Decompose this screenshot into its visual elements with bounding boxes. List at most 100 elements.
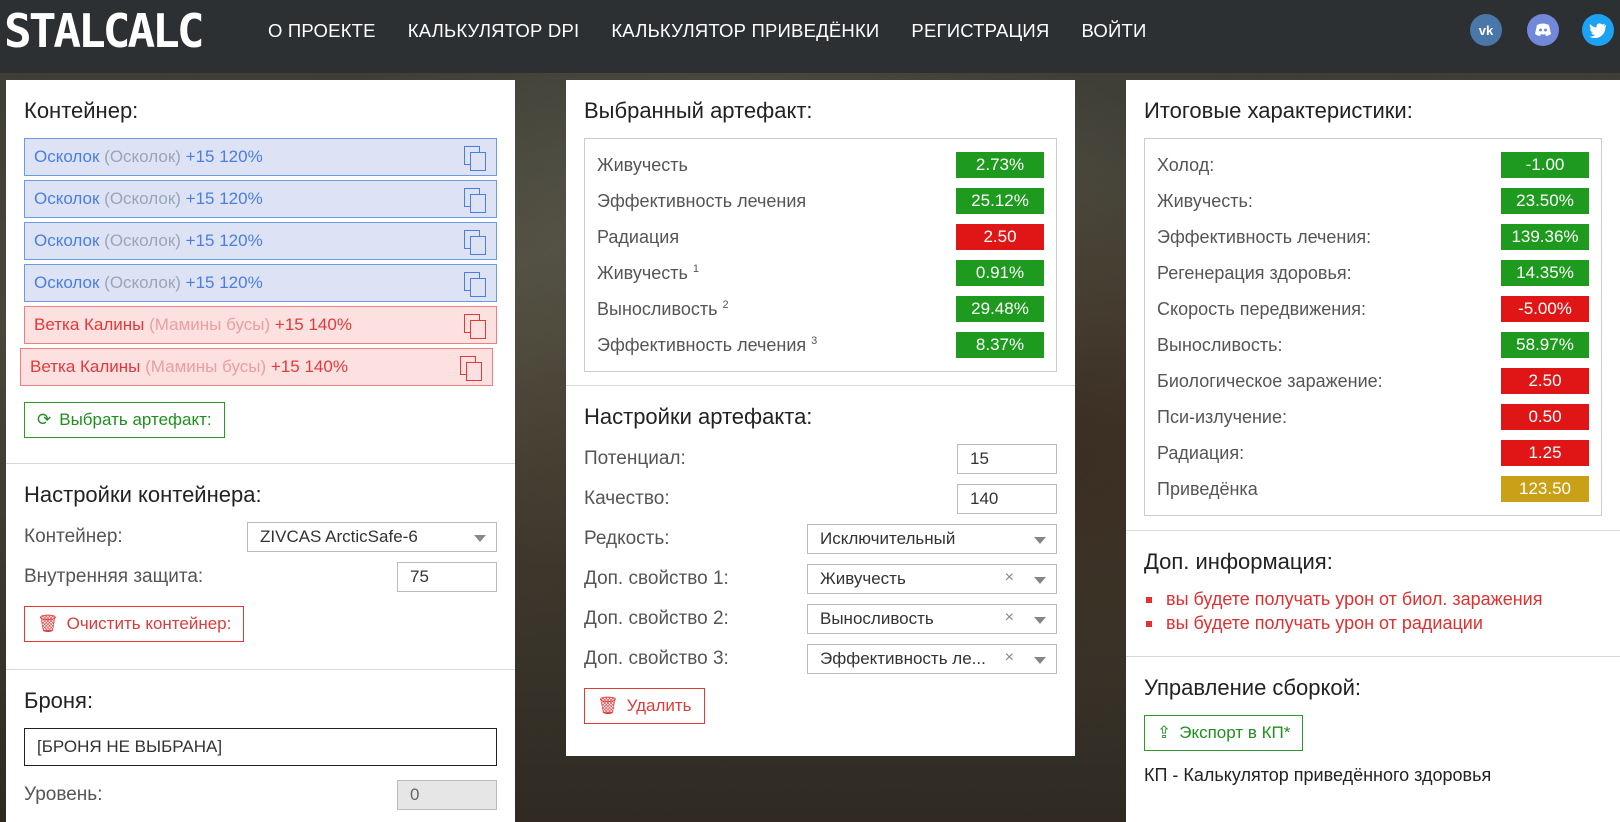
prop3-value: Эффективность ле... (820, 649, 986, 668)
artifact-stats-table: Живучесть 2.73% Эффективность лечения 25… (584, 138, 1057, 372)
slot-sub: (Мамины бусы) (149, 315, 271, 334)
prop2-value: Выносливость (820, 609, 934, 628)
delete-artifact-button[interactable]: 🗑 Удалить (584, 688, 705, 724)
build-section: Управление сборкой: ⇪ Экспорт в КП* КП -… (1126, 657, 1620, 804)
nav-reduced-calculator[interactable]: КАЛЬКУЛЯТОР ПРИВЕДЁНКИ (611, 20, 879, 42)
slot-suffix: +15 120% (185, 273, 263, 292)
stat-label: Регенерация здоровья: (1157, 262, 1352, 283)
vk-icon[interactable]: vk (1470, 14, 1502, 46)
armor-level-input[interactable]: 0 (397, 780, 497, 810)
copy-icon[interactable] (460, 356, 482, 381)
container-label: Контейнер: (24, 526, 123, 547)
stat-value: 0.91% (956, 260, 1044, 286)
container-slot[interactable]: Осколок (Осколок) +15 120% (24, 264, 497, 302)
prop1-value: Живучесть (820, 569, 906, 588)
slot-suffix: +15 120% (185, 231, 263, 250)
potential-input[interactable]: 15 (957, 444, 1057, 474)
copy-icon[interactable] (464, 188, 486, 213)
select-artifact-button[interactable]: ⟳ Выбрать артефакт: (24, 402, 225, 438)
nav-about[interactable]: О ПРОЕКТЕ (268, 20, 376, 42)
stat-value: 2.73% (956, 152, 1044, 178)
prop1-select[interactable]: Живучесть × (807, 564, 1057, 594)
total-stat-row: Приведёнка 123.50 (1157, 471, 1589, 507)
container-slot[interactable]: Осколок (Осколок) +15 120% (24, 222, 497, 260)
warning-item: вы будете получать урон от радиации (1146, 613, 1602, 634)
total-stat-row: Живучесть: 23.50% (1157, 183, 1589, 219)
slot-sub: (Осколок) (104, 189, 181, 208)
clear-icon[interactable]: × (1005, 609, 1014, 627)
stat-value: -1.00 (1501, 152, 1589, 178)
potential-label: Потенциал: (584, 448, 686, 469)
container-title: Контейнер: (24, 98, 139, 123)
slot-name: Осколок (34, 147, 100, 166)
export-button[interactable]: ⇪ Экспорт в КП* (1144, 715, 1304, 751)
stat-label: Скорость передвижения: (1157, 298, 1367, 319)
left-panel: Контейнер: Осколок (Осколок) +15 120% Ос… (6, 80, 515, 822)
stat-value: 8.37% (956, 332, 1044, 358)
prop3-select[interactable]: Эффективность ле... × (807, 644, 1057, 674)
copy-icon[interactable] (464, 230, 486, 255)
container-slot[interactable]: Осколок (Осколок) +15 120% (24, 138, 497, 176)
twitter-icon[interactable] (1582, 14, 1614, 46)
rarity-select[interactable]: Исключительный (807, 524, 1057, 554)
stat-value: 29.48% (956, 296, 1044, 322)
slot-suffix: +15 140% (274, 315, 352, 334)
stat-row: Живучесть 1 0.91% (597, 255, 1044, 291)
container-slot[interactable]: Ветка Калины (Мамины бусы) +15 140% (24, 306, 497, 344)
rarity-label: Редкость: (584, 528, 670, 549)
extra-info-title: Доп. информация: (1144, 549, 1333, 574)
clear-container-button[interactable]: 🗑 Очистить контейнер: (24, 606, 245, 642)
stat-value: 139.36% (1501, 224, 1589, 250)
chevron-down-icon (1034, 617, 1046, 624)
container-select[interactable]: ZIVCAS ArcticSafe-6 (247, 522, 497, 552)
slot-name: Ветка Калины (30, 357, 141, 376)
stat-value: 2.50 (1501, 368, 1589, 394)
totals-section: Итоговые характеристики: Холод: -1.00 Жив… (1126, 80, 1620, 531)
stat-label: Пси-излучение: (1157, 406, 1287, 427)
container-select-value: ZIVCAS ArcticSafe-6 (260, 527, 418, 546)
stat-label: Живучесть 1 (597, 262, 699, 283)
total-stat-row: Биологическое заражение: 2.50 (1157, 363, 1589, 399)
protection-row: Внутренняя защита: 75 (24, 562, 497, 592)
container-slot-selected[interactable]: Ветка Калины (Мамины бусы) +15 140% (20, 348, 493, 386)
armor-select[interactable]: [БРОНЯ НЕ ВЫБРАНА] (24, 728, 497, 766)
copy-icon[interactable] (464, 314, 486, 339)
warnings-list: вы будете получать урон от биол. заражен… (1146, 589, 1602, 634)
armor-level-row: Уровень: 0 (24, 780, 497, 810)
clear-icon[interactable]: × (1005, 569, 1014, 587)
chevron-down-icon (1034, 657, 1046, 664)
top-navbar: STALCALC О ПРОЕКТЕ КАЛЬКУЛЯТОР DPI КАЛЬК… (0, 0, 1620, 73)
protection-input[interactable]: 75 (397, 562, 497, 592)
select-artifact-label: Выбрать артефакт: (59, 410, 212, 429)
stat-row: Выносливость 2 29.48% (597, 291, 1044, 327)
total-stat-row: Пси-излучение: 0.50 (1157, 399, 1589, 435)
nav-dpi-calculator[interactable]: КАЛЬКУЛЯТОР DPI (408, 20, 580, 42)
artifact-settings-title: Настройки артефакта: (584, 404, 813, 429)
stat-label: Живучесть (597, 154, 688, 175)
stat-label: Выносливость: (1157, 334, 1283, 355)
nav-login[interactable]: ВОЙТИ (1081, 20, 1146, 42)
copy-icon[interactable] (464, 146, 486, 171)
nav-registration[interactable]: РЕГИСТРАЦИЯ (911, 20, 1049, 42)
slot-suffix: +15 140% (270, 357, 348, 376)
copy-icon[interactable] (464, 272, 486, 297)
quality-label: Качество: (584, 488, 670, 509)
container-slot[interactable]: Осколок (Осколок) +15 120% (24, 180, 497, 218)
extra-info-section: Доп. информация: вы будете получать урон… (1126, 531, 1620, 657)
quality-input[interactable]: 140 (957, 484, 1057, 514)
prop1-label: Доп. свойство 1: (584, 568, 729, 589)
prop2-select[interactable]: Выносливость × (807, 604, 1057, 634)
site-logo[interactable]: STALCALC (4, 6, 205, 56)
discord-icon[interactable] (1527, 14, 1559, 46)
middle-panel: Выбранный артефакт: Живучесть 2.73% Эффе… (566, 80, 1075, 756)
slot-name: Осколок (34, 273, 100, 292)
stat-label: Приведёнка (1157, 478, 1258, 499)
stat-value: 1.25 (1501, 440, 1589, 466)
stat-value: 2.50 (956, 224, 1044, 250)
clear-icon[interactable]: × (1005, 649, 1014, 667)
container-row: Контейнер: ZIVCAS ArcticSafe-6 (24, 522, 497, 552)
chevron-down-icon (1034, 537, 1046, 544)
stat-label: Радиация (597, 226, 680, 247)
slot-sub: (Осколок) (104, 273, 181, 292)
stat-label: Радиация: (1157, 442, 1245, 463)
